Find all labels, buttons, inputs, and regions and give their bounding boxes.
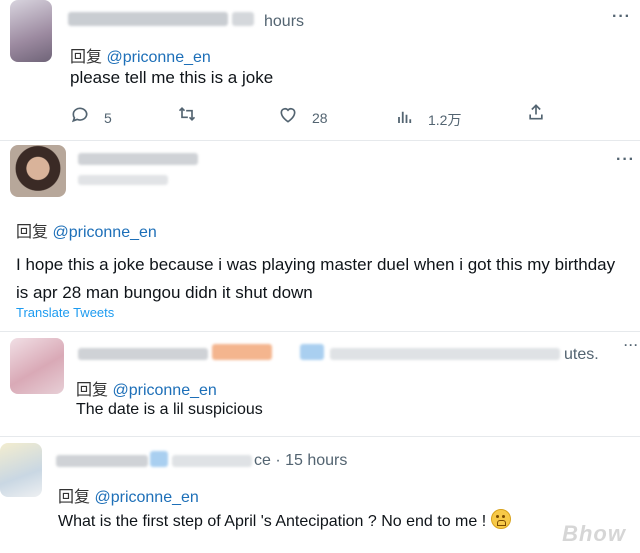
reply-to-line: 回复 @priconne_en bbox=[70, 43, 211, 67]
timestamp: hours bbox=[264, 13, 305, 30]
speech-bubble-icon bbox=[71, 107, 88, 123]
avatar[interactable] bbox=[0, 443, 42, 497]
blurred-handle bbox=[300, 344, 324, 360]
more-dots-icon[interactable]: ··· bbox=[612, 8, 631, 26]
blurred-username bbox=[78, 153, 198, 165]
blurred-username bbox=[68, 12, 228, 26]
tweet-text-line: What is the first step of April 's Antec… bbox=[58, 509, 511, 535]
avatar[interactable] bbox=[10, 338, 64, 394]
tweet-text: I hope this a joke because i was playing… bbox=[16, 255, 616, 302]
more-dots-icon[interactable]: ··· bbox=[616, 151, 635, 169]
retweet-button[interactable] bbox=[176, 104, 198, 124]
blurred-username bbox=[56, 455, 148, 467]
blurred-handle bbox=[232, 12, 254, 26]
tweet-text: What is the first step of April 's Antec… bbox=[58, 513, 487, 530]
tweet-2: ··· 回复 @priconne_en I hope this a joke b… bbox=[0, 141, 640, 331]
tweet-1: hours ··· 回复 @priconne_en please tell me… bbox=[0, 0, 640, 140]
reply-prefix: 回复 bbox=[16, 224, 49, 241]
tweet-4: ce · 15 hours 回复 @priconne_en What is th… bbox=[0, 437, 640, 553]
reply-button[interactable]: 5 bbox=[70, 104, 112, 126]
timestamp: utes. bbox=[564, 346, 599, 363]
like-count: 28 bbox=[312, 110, 328, 126]
share-button[interactable] bbox=[526, 102, 546, 122]
blurred-handle bbox=[78, 175, 168, 185]
blurred-username bbox=[78, 348, 208, 360]
reply-handle-link[interactable]: @priconne_en bbox=[94, 489, 198, 506]
reply-count: 5 bbox=[104, 110, 112, 126]
blurred-badge bbox=[212, 344, 272, 360]
reply-prefix: 回复 bbox=[58, 489, 91, 506]
blurred-handle bbox=[330, 348, 560, 360]
heart-icon bbox=[280, 107, 296, 123]
view-count: 1.2万 bbox=[428, 112, 462, 128]
tweet-text: please tell me this is a joke bbox=[70, 68, 274, 87]
more-dots-icon[interactable]: ··· bbox=[624, 338, 639, 352]
avatar[interactable] bbox=[10, 145, 66, 197]
tweet-3: utes. ··· 回复 @priconne_en The date is a … bbox=[0, 332, 640, 436]
avatar[interactable] bbox=[10, 0, 52, 62]
crying-face-emoji bbox=[490, 509, 511, 529]
views-button[interactable]: 1.2万 bbox=[396, 104, 461, 130]
watermark-logo: Bhow bbox=[562, 521, 626, 546]
blurred-badge bbox=[150, 451, 168, 467]
reply-handle-link[interactable]: @priconne_en bbox=[106, 49, 210, 66]
retweet-icon bbox=[178, 106, 196, 122]
bar-chart-icon bbox=[398, 111, 412, 123]
blurred-handle bbox=[172, 455, 252, 467]
reply-handle-link[interactable]: @priconne_en bbox=[52, 224, 156, 241]
translate-tweets-link[interactable]: Translate Tweets bbox=[16, 305, 114, 320]
like-button[interactable]: 28 bbox=[278, 104, 328, 126]
reply-to-line: 回复 @priconne_en bbox=[16, 218, 157, 242]
share-icon bbox=[529, 104, 543, 120]
reply-prefix: 回复 bbox=[70, 49, 103, 66]
tweet-text: The date is a lil suspicious bbox=[76, 401, 263, 418]
reply-to-line: 回复 @priconne_en bbox=[58, 483, 199, 507]
timestamp: ce · 15 hours bbox=[254, 452, 348, 469]
